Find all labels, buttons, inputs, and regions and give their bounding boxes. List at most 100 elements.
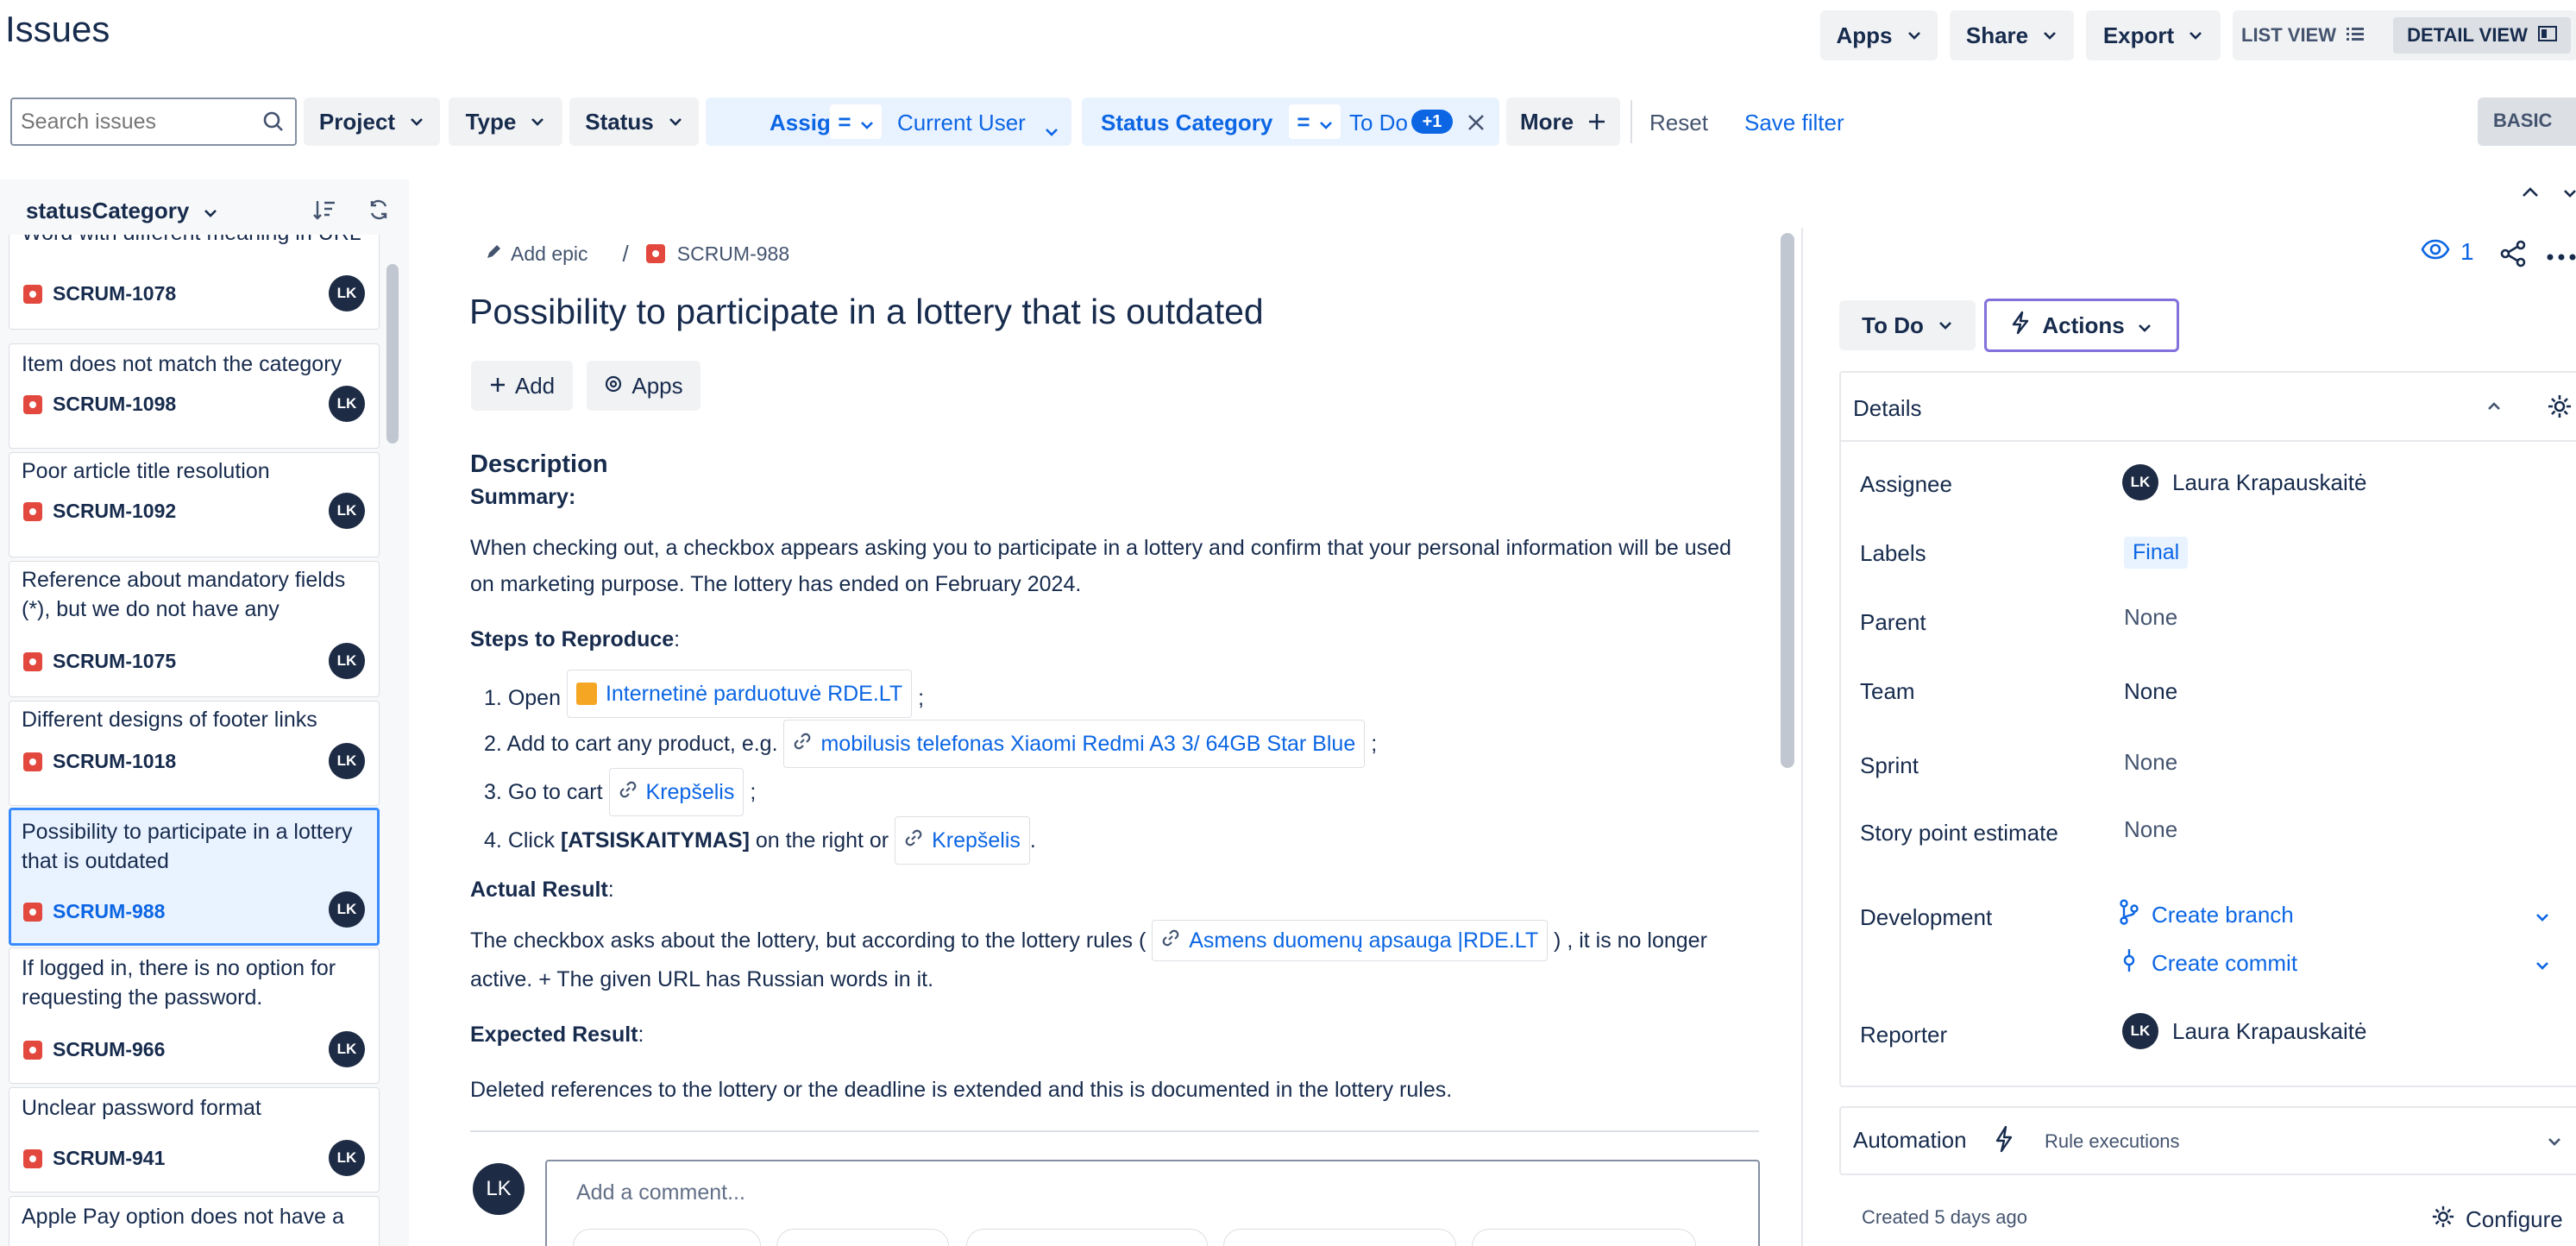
assignee-operator[interactable]: = [830,104,882,139]
issue-apps-button[interactable]: Apps [587,361,701,411]
add-epic-link[interactable]: Add epic [485,242,588,266]
clear-filter-icon[interactable] [1467,111,1486,138]
comment-suggestion-chip[interactable] [776,1229,949,1246]
parent-field-value[interactable]: None [2124,604,2177,631]
step-text: ; [750,780,757,804]
comment-suggestion-chip[interactable] [1472,1229,1696,1246]
list-item[interactable]: Item does not match the category SCRUM-1… [9,343,380,449]
chevron-down-icon [530,116,545,127]
steps-heading-text: Steps to Reproduce [470,627,675,651]
reporter-field-value[interactable]: Laura Krapauskaitė [2172,1018,2366,1045]
chevron-down-icon[interactable] [2564,188,2576,205]
description-divider [470,1130,1759,1132]
list-item[interactable]: Poor article title resolution SCRUM-1092… [9,452,380,557]
story-points-field-label: Story point estimate [1860,820,2058,846]
gear-icon [2431,1205,2455,1235]
list-item[interactable]: Unclear password format SCRUM-941 LK [9,1087,380,1193]
assignee-field-value[interactable]: Laura Krapauskaitė [2172,469,2366,496]
export-button[interactable]: Export [2086,10,2221,60]
smart-link[interactable]: Krepšelis [895,816,1030,865]
status-category-filter[interactable]: Status Category = To Do +1 [1082,98,1499,146]
story-points-field-value[interactable]: None [2124,816,2177,843]
group-by-button[interactable]: statusCategory [26,192,218,230]
step-text: . [1029,828,1036,853]
list-item-key-text: SCRUM-966 [53,1038,166,1060]
chevron-up-icon[interactable] [2521,186,2540,203]
step-number: 2. [484,732,502,756]
chevron-down-icon [409,116,424,127]
project-filter[interactable]: Project [304,98,440,146]
expected-result-heading: Expected Result: [470,1023,644,1047]
list-item[interactable]: Word with different meaning in URL SCRUM… [9,235,380,330]
detail-view-button[interactable]: DETAIL VIEW [2393,17,2571,53]
search-input[interactable] [21,106,254,137]
apps-button[interactable]: Apps [1820,10,1938,60]
create-commit-link[interactable]: Create commit [2119,946,2550,980]
view-toggle: LIST VIEW DETAIL VIEW [2233,10,2576,60]
summary-heading: Summary: [470,485,576,509]
actual-result-text: The checkbox asks about the lottery, but… [470,920,1743,997]
add-button[interactable]: Add [471,361,573,411]
actions-button[interactable]: Actions [1984,299,2179,352]
configure-button[interactable]: Configure [2431,1205,2563,1235]
issue-apps-label: Apps [631,372,683,399]
step-text: ; [1371,732,1378,756]
bug-icon [23,501,42,521]
step-number: 3. [484,780,502,804]
refresh-icon[interactable] [368,198,390,225]
share-icon[interactable] [2500,240,2528,272]
smart-link[interactable]: Internetinė parduotuvė RDE.LT [566,670,913,718]
list-item[interactable]: If logged in, there is no option for req… [9,947,380,1084]
watch-button[interactable]: 1 [2421,238,2474,266]
issue-title[interactable]: Possibility to participate in a lottery … [469,292,1264,332]
step-text: Open [507,686,561,710]
sort-icon[interactable] [312,198,336,225]
status-filter[interactable]: Status [569,98,699,146]
comment-suggestion-chip[interactable] [573,1229,761,1246]
status-dropdown[interactable]: To Do [1839,300,1976,350]
list-item-title: Unclear password format [22,1096,261,1120]
chevron-down-icon [2042,30,2058,41]
smart-link[interactable]: Krepšelis [608,768,745,816]
plus-icon [489,373,506,400]
smart-link[interactable]: mobilusis telefonas Xiaomi Redmi A3 3/ 6… [783,720,1366,768]
status-category-value: To Do [1349,110,1408,135]
list-scrollbar[interactable] [386,264,399,444]
label-tag[interactable]: Final [2124,537,2189,569]
status-category-operator[interactable]: = [1289,104,1341,139]
more-filters-button[interactable]: More [1506,98,1620,146]
create-commit-label: Create commit [2152,949,2298,976]
automation-panel[interactable]: Automation Rule executions [1839,1106,2576,1175]
detail-view-label: DETAIL VIEW [2407,24,2528,46]
gear-icon[interactable] [2547,393,2573,424]
list-item[interactable]: Reference about mandatory fields (*), bu… [9,561,380,697]
comment-suggestion-chip[interactable] [966,1229,1208,1246]
type-filter[interactable]: Type [449,98,562,146]
list-item-selected[interactable]: Possibility to participate in a lottery … [9,808,380,946]
save-filter-button[interactable]: Save filter [1744,110,1844,136]
details-header[interactable]: Details [1841,373,2576,442]
search-box[interactable] [10,98,297,146]
smart-link[interactable]: Asmens duomenų apsauga |RDE.LT [1152,920,1549,961]
main-scrollbar[interactable] [1781,233,1794,768]
basic-mode-toggle[interactable]: BASIC [2478,98,2576,146]
list-item[interactable]: Different designs of footer links SCRUM-… [9,701,380,806]
bug-icon [23,284,42,304]
team-field-value[interactable]: None [2124,678,2177,705]
actual-text: The checkbox asks about the lottery, but… [470,928,1147,953]
status-category-operator-label: = [1297,108,1310,135]
more-icon[interactable] [2547,250,2576,266]
list-item[interactable]: Apple Pay option does not have a [9,1196,380,1246]
assignee-filter[interactable]: Assignee = Current User [706,98,1071,146]
share-button[interactable]: Share [1950,10,2074,60]
description-section[interactable]: Description Summary: When checking out, … [470,447,1743,1108]
avatar: LK [329,386,365,422]
comment-suggestion-chip[interactable] [1223,1229,1456,1246]
smart-link-label: Internetinė parduotuvė RDE.LT [605,682,903,706]
sprint-field-value[interactable]: None [2124,749,2177,776]
reporter-field-label: Reporter [1860,1022,1948,1048]
list-view-button[interactable]: LIST VIEW [2241,17,2379,53]
create-branch-link[interactable]: Create branch [2119,897,2550,932]
reset-button[interactable]: Reset [1649,110,1708,136]
issue-key-link[interactable]: SCRUM-988 [645,242,789,266]
